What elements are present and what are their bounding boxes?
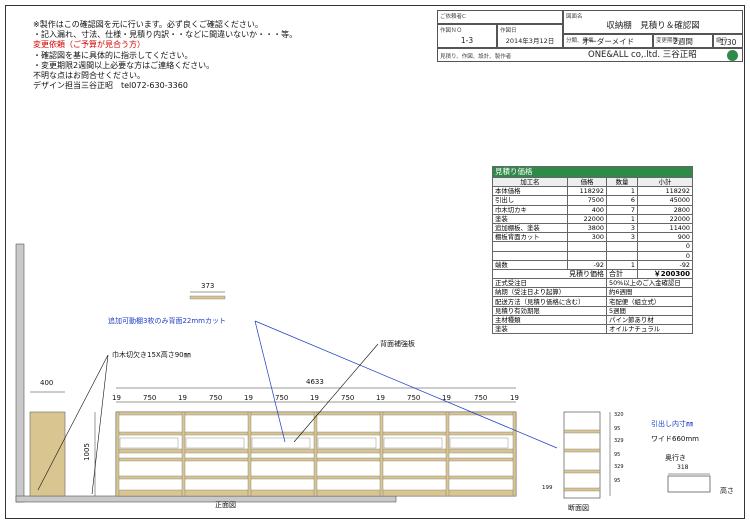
side-dim-1: 320 xyxy=(614,412,624,418)
floor xyxy=(15,495,397,503)
side-dim-4: 95 xyxy=(614,452,621,458)
dim-19: 19 xyxy=(310,394,319,402)
note-skirting: 巾木切欠き15X高さ90㎜ xyxy=(112,351,191,359)
dim-1005: 1005 xyxy=(82,443,91,461)
drawer-detail xyxy=(667,475,711,493)
dim-19: 19 xyxy=(376,394,385,402)
note-extra-shelf: 追加可動棚3枚のみ背面22mmカット xyxy=(108,317,226,325)
dim-750: 750 xyxy=(143,394,157,402)
note-drawer-inner: 引出し内寸㎜ xyxy=(651,420,693,428)
dim-318: 318 xyxy=(677,464,689,471)
dim-750: 750 xyxy=(407,394,421,402)
note-back-board: 背面補強板 xyxy=(380,340,415,348)
dim-19: 19 xyxy=(510,394,519,402)
dim-373: 373 xyxy=(201,282,215,290)
dim-750: 750 xyxy=(209,394,223,402)
section-cabinet xyxy=(563,411,601,499)
cad-drawing xyxy=(15,243,711,503)
side-dim-5: 329 xyxy=(614,464,624,470)
dim-19: 19 xyxy=(442,394,451,402)
dim-199: 199 xyxy=(542,485,553,491)
dim-19: 19 xyxy=(244,394,253,402)
section-view-label: 断面図 xyxy=(568,504,589,512)
wall xyxy=(15,243,25,503)
note-depth: 奥行き xyxy=(665,454,686,462)
extra-shelf xyxy=(189,295,226,300)
side-dim-6: 95 xyxy=(614,478,621,484)
dim-750: 750 xyxy=(341,394,355,402)
dim-750: 750 xyxy=(275,394,289,402)
dim-750: 750 xyxy=(474,394,488,402)
note-height: 高さ xyxy=(720,487,734,495)
side-dim-2: 95 xyxy=(614,426,621,432)
note-width: ワイド660mm xyxy=(651,435,699,443)
side-cabinet xyxy=(29,411,66,497)
dim-400: 400 xyxy=(40,379,54,387)
leader-skirting-2 xyxy=(91,354,109,495)
dim-19: 19 xyxy=(178,394,187,402)
dim-4633: 4633 xyxy=(306,378,324,386)
dim-19: 19 xyxy=(112,394,121,402)
front-view-label: 正面図 xyxy=(215,501,236,509)
side-dim-3: 329 xyxy=(614,438,624,444)
